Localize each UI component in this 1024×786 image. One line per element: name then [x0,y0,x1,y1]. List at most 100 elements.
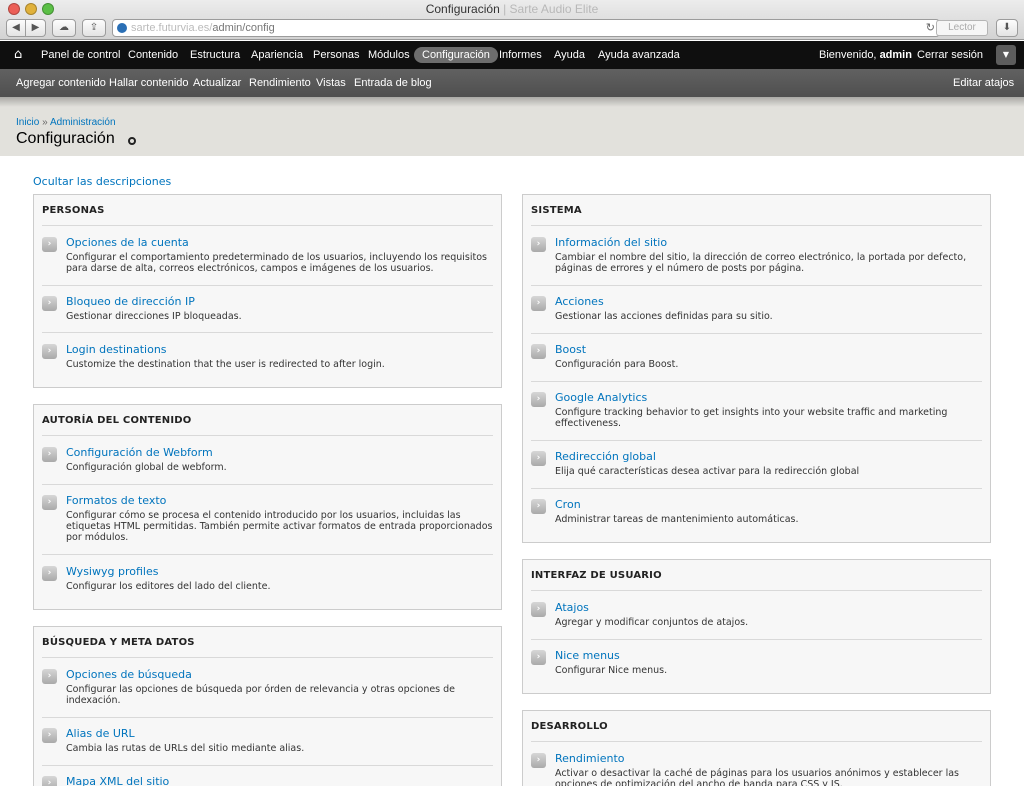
link-configuracion-webform[interactable]: Configuración de Webform [66,446,213,459]
link-alias-url[interactable]: Alias de URL [66,727,135,740]
item-description: Elija qué características desea activar … [555,466,860,477]
link-atajos[interactable]: Atajos [555,601,589,614]
page-title: Configuración [16,130,115,147]
shortcut-entrada-de-blog[interactable]: Entrada de blog [354,77,432,89]
panel-desarrollo: DESARROLLO › Rendimiento Activar o desac… [522,710,991,786]
link-wysiwyg-profiles[interactable]: Wysiwyg profiles [66,565,158,578]
link-rendimiento[interactable]: Rendimiento [555,752,624,765]
site-favicon-icon [117,23,127,33]
item-description: Configurar Nice menus. [555,665,668,676]
list-item: › Configuración de Webform Configuración… [42,437,493,485]
item-description: Cambia las rutas de URLs del sitio media… [66,743,305,754]
link-redireccion-global[interactable]: Redirección global [555,450,656,463]
divider [531,741,982,742]
triangle-down-icon: ▼ [1002,50,1010,59]
item-description: Activar o desactivar la caché de páginas… [555,768,959,786]
shortcuts-toggle-button[interactable]: ▼ [996,45,1016,65]
link-cron[interactable]: Cron [555,498,581,511]
panel-personas: PERSONAS › Opciones de la cuenta Configu… [33,194,502,388]
url-host: sarte.futurvia.es/ [131,22,213,34]
divider [42,332,493,333]
list-item: › Acciones Gestionar las acciones defini… [531,286,982,334]
menu-apariencia[interactable]: Apariencia [251,49,303,61]
link-mapa-xml[interactable]: Mapa XML del sitio [66,775,169,786]
breadcrumb-separator: » [42,117,48,128]
link-informacion-sitio[interactable]: Información del sitio [555,236,667,249]
menu-configuracion[interactable]: Configuración [414,47,498,63]
panel-title: INTERFAZ DE USUARIO [531,570,662,581]
arrow-right-icon: › [531,499,546,514]
arrow-right-icon: › [42,447,57,462]
breadcrumb-home[interactable]: Inicio [16,117,39,128]
back-button[interactable]: ◀ [6,19,26,37]
panel-title: BÚSQUEDA Y META DATOS [42,637,195,648]
link-boost[interactable]: Boost [555,343,586,356]
link-formatos-texto[interactable]: Formatos de texto [66,494,166,507]
item-description: Configuración global de webform. [66,462,227,473]
menu-contenido[interactable]: Contenido [128,49,178,61]
link-acciones[interactable]: Acciones [555,295,604,308]
shortcut-agregar-contenido[interactable]: Agregar contenido [16,77,106,89]
link-nice-menus[interactable]: Nice menus [555,649,620,662]
share-button[interactable]: ⇪ [82,19,106,37]
item-description: Gestionar las acciones definidas para su… [555,311,773,322]
arrow-right-icon: › [531,296,546,311]
list-item: › Alias de URL Cambia las rutas de URLs … [42,718,493,766]
logout-link[interactable]: Cerrar sesión [917,49,983,61]
reader-button[interactable]: Lector [936,20,988,36]
link-bloqueo-ip[interactable]: Bloqueo de dirección IP [66,295,195,308]
reload-icon[interactable]: ↻ [926,20,935,36]
list-item: › Opciones de búsqueda Configurar las op… [42,659,493,718]
arrow-right-icon: › [531,237,546,252]
edit-shortcuts-link[interactable]: Editar atajos [953,77,1014,89]
list-item: › Redirección global Elija qué caracterí… [531,441,982,489]
link-google-analytics[interactable]: Google Analytics [555,391,647,404]
list-item: › Atajos Agregar y modificar conjuntos d… [531,592,982,640]
menu-ayuda-avanzada[interactable]: Ayuda avanzada [598,49,680,61]
cloud-icon: ☁ [59,22,69,33]
arrow-right-icon: › [42,776,57,786]
item-description: Configurar las opciones de búsqueda por … [66,684,456,706]
forward-button[interactable]: ▶ [26,19,46,37]
user-link[interactable]: admin [880,49,912,61]
icloud-tabs-button[interactable]: ☁ [52,19,76,37]
link-opciones-busqueda[interactable]: Opciones de búsqueda [66,668,192,681]
panel-title: DESARROLLO [531,721,608,732]
hide-descriptions-link[interactable]: Ocultar las descripciones [33,175,171,188]
menu-informes[interactable]: Informes [499,49,542,61]
arrow-right-icon: › [42,344,57,359]
admin-toolbar: ⌂ Panel de control Contenido Estructura … [0,41,1024,69]
shortcuts-bar: Agregar contenido Hallar contenido Actua… [0,69,1024,97]
menu-ayuda[interactable]: Ayuda [554,49,585,61]
arrow-right-icon: › [531,392,546,407]
item-description: Administrar tareas de mantenimiento auto… [555,514,799,525]
arrow-right-icon: › [531,602,546,617]
item-description: Configurar cómo se procesa el contenido … [66,510,493,543]
add-shortcut-icon[interactable] [128,137,136,145]
divider [531,225,982,226]
address-bar[interactable]: sarte.futurvia.es/admin/config ↻ [112,19,940,37]
arrow-right-icon: › [42,296,57,311]
menu-modulos[interactable]: Módulos [368,49,410,61]
shortcut-actualizar[interactable]: Actualizar [193,77,241,89]
divider [42,225,493,226]
breadcrumb-admin[interactable]: Administración [50,117,116,128]
panel-busqueda-meta-datos: BÚSQUEDA Y META DATOS › Opciones de búsq… [33,626,502,786]
list-item: › Opciones de la cuenta Configurar el co… [42,227,493,286]
shortcut-rendimiento[interactable]: Rendimiento [249,77,311,89]
downloads-button[interactable]: ⬇ [996,19,1018,37]
list-item: › Rendimiento Activar o desactivar la ca… [531,743,982,786]
menu-estructura[interactable]: Estructura [190,49,240,61]
shortcut-hallar-contenido[interactable]: Hallar contenido [109,77,189,89]
arrow-right-icon: › [42,669,57,684]
item-description: Configuración para Boost. [555,359,679,370]
menu-personas[interactable]: Personas [313,49,359,61]
browser-titlebar: Configuración | Sarte Audio Elite ◀ ▶ ☁ … [0,0,1024,40]
arrow-right-icon: › [531,753,546,768]
list-item: › Bloqueo de dirección IP Gestionar dire… [42,286,493,333]
shortcut-vistas[interactable]: Vistas [316,77,346,89]
home-icon[interactable]: ⌂ [14,48,28,62]
menu-panel-de-control[interactable]: Panel de control [41,49,121,61]
link-login-destinations[interactable]: Login destinations [66,343,167,356]
link-opciones-cuenta[interactable]: Opciones de la cuenta [66,236,189,249]
